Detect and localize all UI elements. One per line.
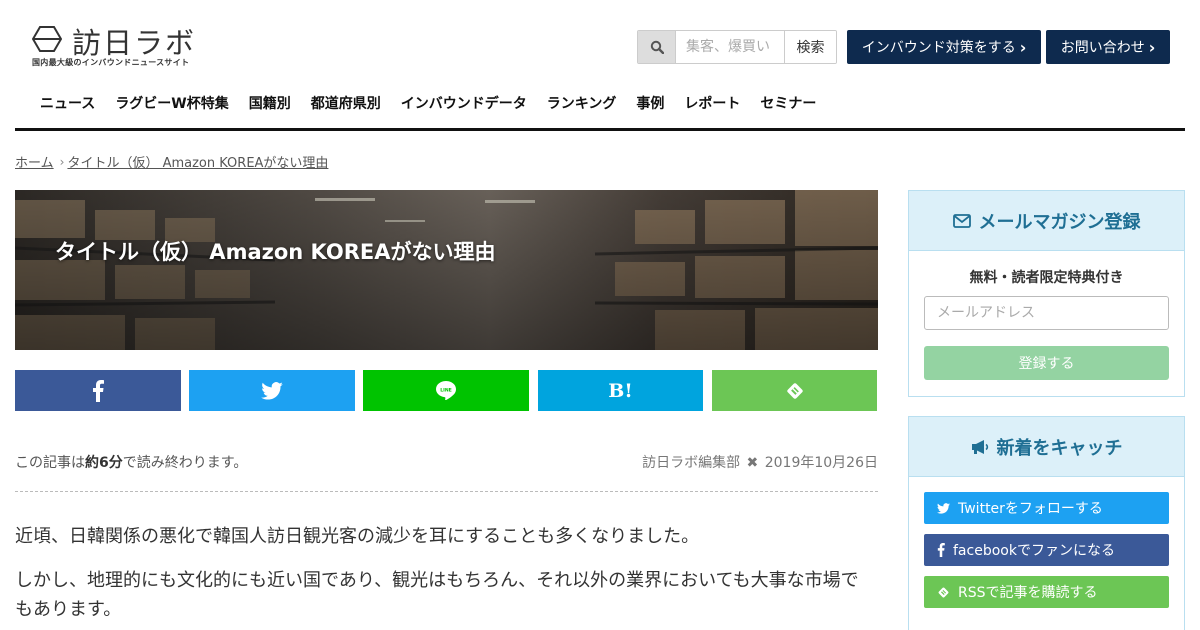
follow-twitter-label: Twitterをフォローする [958, 501, 1103, 517]
twitter-icon [937, 502, 950, 514]
nav-item-ranking[interactable]: ランキング [537, 88, 627, 120]
logo-title: 訪日ラボ [72, 26, 197, 60]
nav-item-prefecture[interactable]: 都道府県別 [301, 88, 391, 120]
newsletter-widget: メールマガジン登録 無料・読者限定特典付き 登録する [908, 190, 1185, 397]
nav-item-report[interactable]: レポート [674, 88, 750, 120]
nav-item-cases[interactable]: 事例 [626, 88, 674, 120]
envelope-icon [952, 213, 971, 228]
article-paragraph: 近頃、日韓関係の悪化で韓国人訪日観光客の減少を耳にすることも多くなりました。 [15, 526, 700, 547]
chevron-right-icon: › [59, 154, 65, 169]
line-icon: LINE [436, 381, 456, 400]
follow-facebook-label: facebookでファンになる [953, 543, 1115, 559]
read-time-suffix: で読み終わります。 [122, 455, 248, 471]
article-title: タイトル（仮） Amazon KOREAがない理由 [55, 240, 496, 264]
nav-item-rugby[interactable]: ラグビーW杯特集 [105, 88, 238, 120]
email-input[interactable] [924, 296, 1169, 330]
facebook-icon [937, 543, 945, 557]
twitter-icon [261, 381, 283, 400]
breadcrumb-home[interactable]: ホーム [15, 152, 54, 171]
newsletter-title: メールマガジン登録 [978, 211, 1141, 233]
inbound-button-label: インバウンド対策をする [861, 40, 1016, 56]
article-paragraph: しかし、地理的にも文化的にも近い国であり、観光はもちろん、それ以外の業界において… [15, 570, 859, 620]
search-input[interactable] [676, 31, 784, 63]
main-nav: ニュース ラグビーW杯特集 国籍別 都道府県別 インバウンドデータ ランキング … [15, 88, 1185, 131]
author-name[interactable]: 訪日ラボ編集部 [642, 455, 740, 471]
newsletter-subtitle: 無料・読者限定特典付き [969, 270, 1124, 286]
site-logo[interactable]: 訪日ラボ 国内最大級のインバウンドニュースサイト [30, 22, 200, 70]
feedly-icon [786, 382, 803, 399]
share-feedly-button[interactable] [712, 370, 877, 411]
share-hatena-button[interactable]: B! [538, 370, 703, 411]
breadcrumb-current[interactable]: タイトル（仮） Amazon KOREAがない理由 [67, 152, 328, 171]
chevron-right-icon: › [1148, 37, 1156, 57]
warehouse-image [15, 190, 878, 350]
follow-widget-header: 新着をキャッチ [909, 417, 1184, 477]
hero-image: タイトル（仮） Amazon KOREAがない理由 [15, 190, 878, 350]
close-x-icon: ✖ [746, 455, 759, 471]
search-form: 検索 [637, 30, 837, 64]
nav-item-data[interactable]: インバウンドデータ [391, 88, 537, 120]
nav-item-news[interactable]: ニュース [30, 88, 105, 120]
facebook-icon [93, 379, 104, 402]
read-time-value: 約6分 [85, 455, 123, 471]
meta-divider [15, 491, 878, 492]
contact-button[interactable]: お問い合わせ › [1046, 30, 1170, 64]
nav-item-seminar[interactable]: セミナー [750, 88, 826, 120]
breadcrumb: ホーム › タイトル（仮） Amazon KOREAがない理由 [15, 152, 328, 172]
hatena-bookmark-icon: B! [608, 379, 633, 402]
read-time: この記事は約6分で読み終わります。 [15, 452, 247, 472]
follow-twitter-button[interactable]: Twitterをフォローする [924, 492, 1169, 524]
publish-date: 2019年10月26日 [764, 455, 878, 471]
follow-rss-label: RSSで記事を購読する [958, 585, 1098, 601]
contact-button-label: お問い合わせ [1060, 40, 1145, 56]
follow-rss-button[interactable]: RSSで記事を購読する [924, 576, 1169, 608]
article-meta: 訪日ラボ編集部 ✖ 2019年10月26日 [642, 452, 878, 472]
inbound-button[interactable]: インバウンド対策をする › [847, 30, 1041, 64]
svg-text:LINE: LINE [440, 388, 452, 394]
newsletter-widget-header: メールマガジン登録 [909, 191, 1184, 251]
logo-mark-icon [32, 26, 62, 52]
logo-subtitle: 国内最大級のインバウンドニュースサイト [32, 58, 190, 67]
chevron-right-icon: › [1019, 37, 1027, 57]
share-twitter-button[interactable] [189, 370, 355, 411]
share-line-button[interactable]: LINE [363, 370, 529, 411]
follow-widget: 新着をキャッチ Twitterをフォローする facebookでファンになる R… [908, 416, 1185, 630]
feedly-icon [938, 587, 949, 597]
follow-title: 新着をキャッチ [996, 437, 1123, 459]
subscribe-button[interactable]: 登録する [924, 346, 1169, 380]
read-time-prefix: この記事は [15, 455, 85, 471]
search-button[interactable]: 検索 [784, 31, 836, 63]
search-icon[interactable] [638, 31, 676, 63]
follow-facebook-button[interactable]: facebookでファンになる [924, 534, 1169, 566]
share-facebook-button[interactable] [15, 370, 181, 411]
nav-item-nationality[interactable]: 国籍別 [239, 88, 301, 120]
megaphone-icon [971, 439, 988, 454]
